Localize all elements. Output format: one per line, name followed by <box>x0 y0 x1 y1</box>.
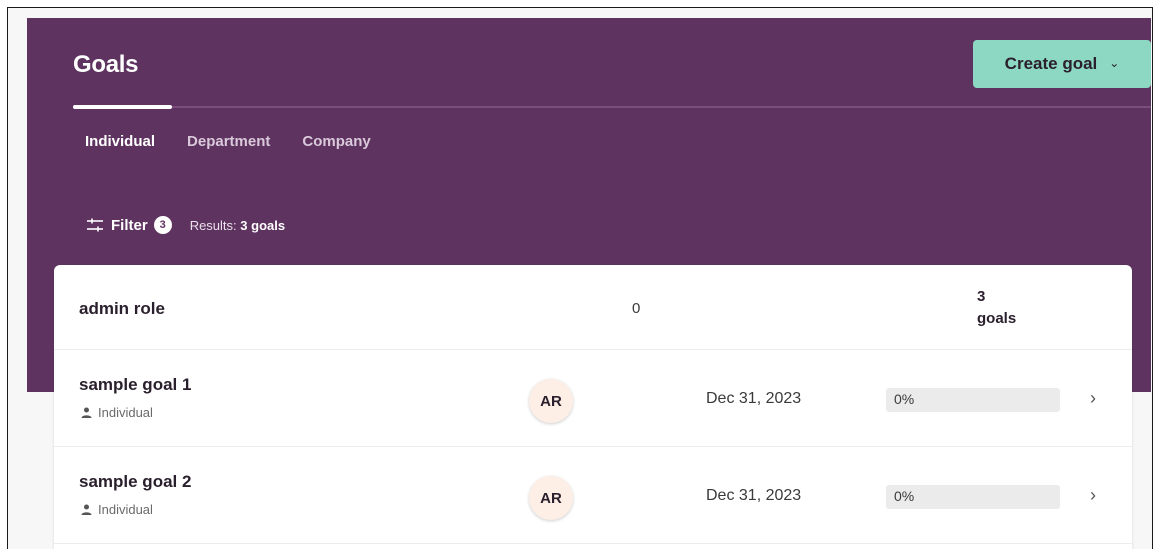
active-tab-indicator <box>73 105 172 109</box>
sliders-icon[interactable] <box>86 218 104 232</box>
tab-divider <box>73 106 1151 108</box>
avatar[interactable]: AR <box>529 379 573 423</box>
group-zero-count: 0 <box>632 300 641 317</box>
goal-type: Individual <box>81 502 153 517</box>
due-date: Dec 31, 2023 <box>706 487 802 504</box>
progress-bar: 0% <box>886 485 1060 509</box>
create-goal-label: Create goal <box>1004 54 1098 73</box>
goal-group-row[interactable]: admin role 0 3 goals <box>54 265 1132 350</box>
goal-name[interactable]: sample goal 1 <box>79 375 191 395</box>
page-title: Goals <box>73 51 139 78</box>
tab-individual[interactable]: Individual <box>85 133 155 150</box>
group-name: admin role <box>79 299 165 318</box>
goal-name[interactable]: sample goal 2 <box>79 472 191 492</box>
table-row[interactable]: sample goal 1 Individual AR Dec 31, 2023… <box>54 350 1132 447</box>
table-row[interactable]: sample goal 2 Individual AR Dec 31, 2023… <box>54 447 1132 544</box>
results-prefix: Results: <box>189 217 237 233</box>
goal-type-label: Individual <box>98 405 153 420</box>
filter-bar: Filter 3 Results: 3 goals <box>86 216 285 234</box>
chevron-right-icon[interactable]: › <box>1090 388 1096 409</box>
app-frame: Goals Create goal ⌄ Individual Departmen… <box>7 7 1153 549</box>
person-icon <box>81 407 92 418</box>
person-icon <box>81 504 92 515</box>
chevron-right-icon[interactable]: › <box>1090 485 1096 506</box>
progress-text: 0% <box>894 391 915 407</box>
goal-type: Individual <box>81 405 153 420</box>
results-summary: Results: 3 goals <box>190 218 285 233</box>
goal-scope-tabs: Individual Department Company <box>85 133 371 150</box>
filter-count-badge: 3 <box>153 216 172 234</box>
filter-button[interactable]: Filter <box>111 217 148 234</box>
goals-card: admin role 0 3 goals sample goal 1 Indiv… <box>54 265 1132 549</box>
group-goals-count: 3 goals <box>977 286 1016 330</box>
results-value: 3 goals <box>240 217 286 233</box>
progress-bar: 0% <box>886 388 1060 412</box>
avatar[interactable]: AR <box>529 476 573 520</box>
tab-department[interactable]: Department <box>187 133 270 150</box>
create-goal-button[interactable]: Create goal ⌄ <box>973 40 1151 88</box>
chevron-down-icon: ⌄ <box>1109 56 1120 70</box>
group-goals-number: 3 <box>977 288 986 305</box>
group-goals-word: goals <box>977 310 1017 327</box>
tab-company[interactable]: Company <box>302 133 370 150</box>
goal-type-label: Individual <box>98 502 153 517</box>
due-date: Dec 31, 2023 <box>706 390 802 407</box>
progress-text: 0% <box>894 488 915 504</box>
